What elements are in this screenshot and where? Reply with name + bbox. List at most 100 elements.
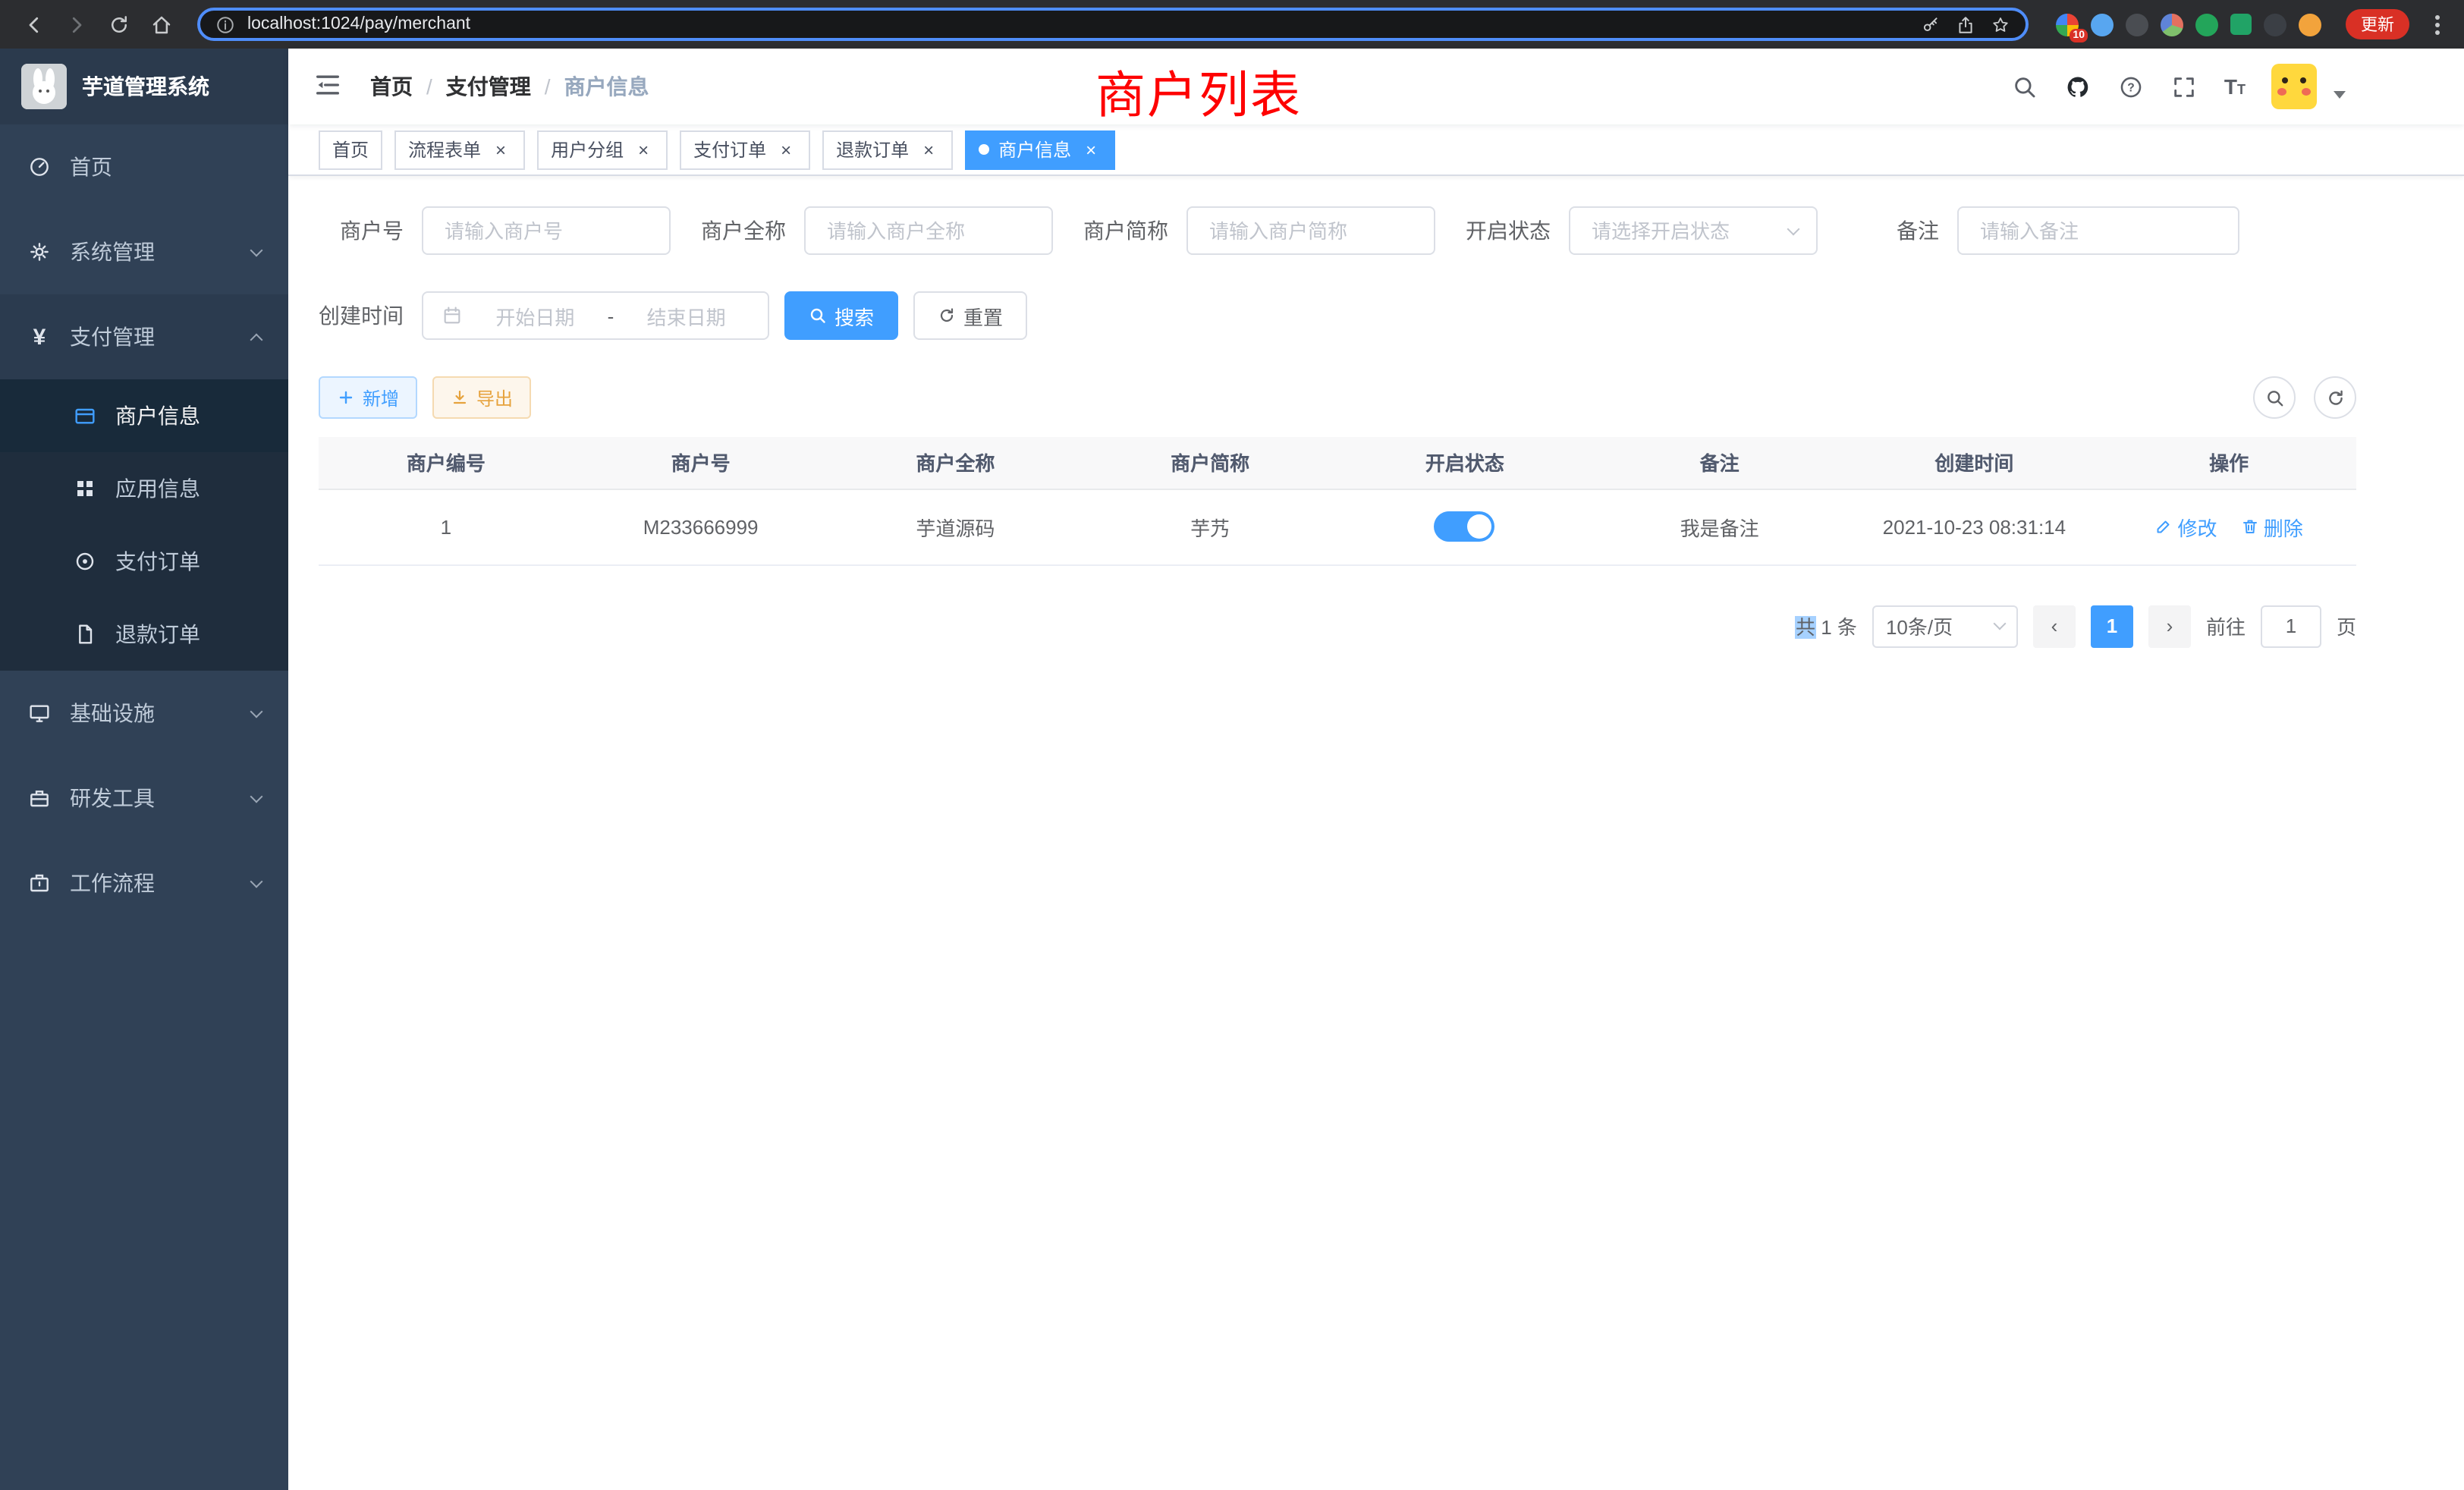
goto-page-input[interactable] [2261,605,2321,647]
short-name-input[interactable] [1206,218,1416,244]
browser-menu-icon[interactable] [2425,9,2449,39]
tab-refund-order[interactable]: 退款订单 × [822,130,953,169]
col-remark: 备注 [1592,437,1847,489]
remark-input[interactable] [1977,218,2220,244]
app-logo[interactable]: 芋道管理系统 [0,49,288,124]
browser-forward-button[interactable] [58,6,94,42]
sidebar-item-system[interactable]: 系统管理 [0,209,288,294]
breadcrumb-payment[interactable]: 支付管理 [446,71,531,102]
merchant-no-input[interactable] [442,218,651,244]
merchant-no-input-wrap [422,206,671,255]
fullscreen-icon[interactable] [2171,73,2198,100]
cell-short-name: 芋艿 [1083,489,1337,564]
browser-update-button[interactable]: 更新 [2346,9,2409,39]
delete-link[interactable]: 删除 [2241,512,2303,541]
refresh-icon [2325,388,2345,407]
address-bar[interactable]: localhost:1024/pay/merchant [197,8,2029,41]
page-number-button[interactable]: 1 [2091,605,2133,647]
user-avatar[interactable] [2271,64,2317,109]
tab-merchant-info[interactable]: 商户信息 × [965,130,1115,169]
reset-button[interactable]: 重置 [913,291,1027,340]
sidebar-item-label: 应用信息 [115,473,200,504]
sidebar-item-merchant-info[interactable]: 商户信息 [0,379,288,452]
edit-link[interactable]: 修改 [2154,512,2217,541]
tab-home[interactable]: 首页 [319,130,382,169]
breadcrumb: 首页 / 支付管理 / 商户信息 [370,71,649,102]
extension-blue-drop-icon[interactable] [2091,13,2114,36]
date-start-placeholder[interactable]: 开始日期 [472,301,599,330]
tab-process-form[interactable]: 流程表单 × [394,130,525,169]
sidebar-item-app-info[interactable]: 应用信息 [0,452,288,525]
breadcrumb-home[interactable]: 首页 [370,71,413,102]
prev-page-button[interactable]: ‹ [2033,605,2076,647]
sidebar-item-label: 支付管理 [70,322,155,352]
sidebar-item-payment[interactable]: ¥ 支付管理 [0,294,288,379]
extension-dark-circle-icon[interactable] [2126,13,2148,36]
rabbit-logo-icon [21,64,67,109]
sidebar-item-workflow[interactable]: 工作流程 [0,841,288,926]
extension-green-square-icon[interactable] [2230,14,2252,35]
screen: localhost:1024/pay/merchant 10 更新 [0,0,2464,1490]
url-text: localhost:1024/pay/merchant [247,15,470,33]
extension-green-check-icon[interactable] [2195,13,2218,36]
sidebar-item-pay-order[interactable]: 支付订单 [0,525,288,598]
col-status: 开启状态 [1337,437,1592,489]
chevron-down-icon[interactable] [2334,90,2346,98]
search-button[interactable]: 搜索 [784,291,898,340]
browser-back-button[interactable] [15,6,52,42]
field-label: 备注 [1897,215,1939,246]
export-button[interactable]: 导出 [432,376,531,419]
sidebar-toggle-icon[interactable] [313,70,346,103]
tab-label: 流程表单 [408,137,481,162]
share-icon[interactable] [1956,14,1975,34]
full-name-input[interactable] [824,218,1033,244]
sidebar-item-home[interactable]: 首页 [0,124,288,209]
page-size-select[interactable]: 10条/页 [1872,605,2018,647]
tab-label: 首页 [332,137,369,162]
status-select-input[interactable] [1589,218,1780,244]
tab-user-group[interactable]: 用户分组 × [537,130,668,169]
field-label: 创建时间 [319,300,404,331]
extension-avatar-face-icon[interactable] [2299,13,2321,36]
trash-icon [2241,517,2259,536]
sidebar-item-infra[interactable]: 基础设施 [0,671,288,756]
date-end-placeholder[interactable]: 结束日期 [623,301,750,330]
breadcrumb-separator: / [426,74,432,99]
close-icon[interactable]: × [1080,139,1102,160]
status-toggle[interactable] [1435,511,1495,542]
github-icon[interactable] [2065,73,2092,100]
bookmark-star-icon[interactable] [1991,14,2010,34]
close-icon[interactable]: × [633,139,654,160]
date-range-picker[interactable]: 开始日期 - 结束日期 [422,291,769,340]
document-icon [73,622,97,646]
dashboard-icon [27,155,52,179]
refresh-table-button[interactable] [2314,376,2356,419]
extension-puzzle-icon[interactable]: 10 [2056,13,2079,36]
add-button[interactable]: 新增 [319,376,417,419]
browser-refresh-button[interactable] [100,6,137,42]
main-panel: 商户号 商户全称 商户简称 [288,176,2464,1490]
key-icon[interactable] [1921,14,1941,34]
toggle-search-button[interactable] [2253,376,2296,419]
close-icon[interactable]: × [490,139,511,160]
tab-pay-order[interactable]: 支付订单 × [680,130,810,169]
merchant-table: 商户编号 商户号 商户全称 商户简称 开启状态 备注 创建时间 操作 1 [319,437,2356,565]
extension-multicolor-icon[interactable] [2161,13,2183,36]
close-icon[interactable]: × [918,139,939,160]
status-select[interactable] [1569,206,1818,255]
sidebar-item-dev-tools[interactable]: 研发工具 [0,756,288,841]
col-create-time: 创建时间 [1847,437,2102,489]
sidebar-item-refund-order[interactable]: 退款订单 [0,598,288,671]
page-size-value: 10条/页 [1886,611,1953,640]
close-icon[interactable]: × [775,139,797,160]
docs-question-icon[interactable]: ? [2118,73,2145,100]
browser-home-button[interactable] [143,6,179,42]
next-page-button[interactable]: › [2148,605,2191,647]
site-info-icon[interactable] [215,14,235,34]
extension-knot-icon[interactable] [2264,13,2286,36]
filter-remark: 备注 [1897,206,2239,255]
search-icon[interactable] [2012,73,2039,100]
font-size-icon[interactable]: TT [2224,76,2246,97]
forward-arrow-icon [64,13,87,36]
breadcrumb-separator: / [545,74,551,99]
